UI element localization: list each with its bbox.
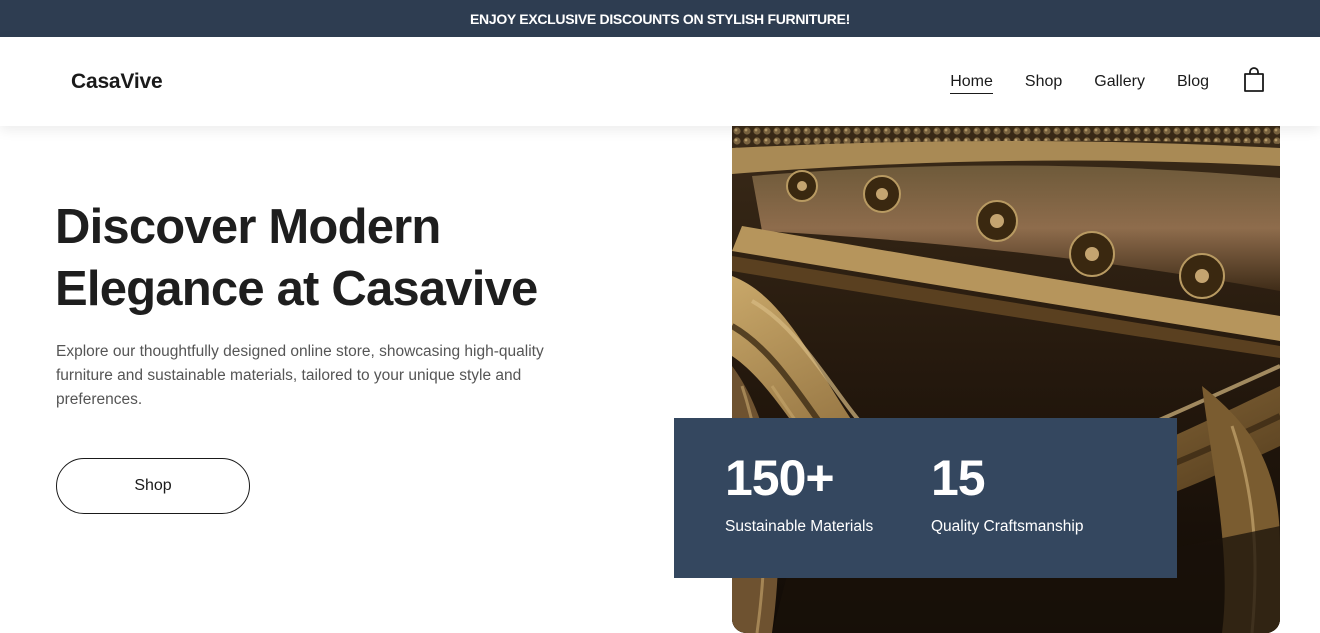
hero-description: Explore our thoughtfully designed online… bbox=[56, 343, 544, 408]
hero-title-line-1: Discover Modern bbox=[55, 200, 441, 254]
hero-title-line-2: Elegance at Casavive bbox=[55, 262, 538, 316]
stat-value: 150+ bbox=[725, 450, 835, 506]
stat-materials: 150+ Sustainable Materials bbox=[725, 450, 873, 536]
stat-value: 15 bbox=[931, 450, 986, 506]
nav-link-blog[interactable]: Blog bbox=[1177, 65, 1209, 95]
nav-link-home[interactable]: Home bbox=[950, 65, 993, 95]
stat-label: Quality Craftsmanship bbox=[931, 518, 1084, 535]
site-logo[interactable]: CasaVive bbox=[71, 70, 163, 94]
shop-button[interactable]: Shop bbox=[56, 458, 250, 514]
main-nav: Home Shop Gallery Blog bbox=[950, 65, 1265, 95]
stat-label: Sustainable Materials bbox=[725, 518, 874, 535]
hero-title: Discover Modern Elegance at Casavive bbox=[55, 196, 615, 320]
promo-text: ENJOY EXCLUSIVE DISCOUNTS ON STYLISH FUR… bbox=[469, 10, 851, 27]
stat-craftsmanship: 15 Quality Craftsmanship bbox=[931, 450, 1083, 536]
nav-link-shop[interactable]: Shop bbox=[1025, 65, 1062, 95]
nav-link-gallery[interactable]: Gallery bbox=[1094, 65, 1145, 95]
promo-banner: ENJOY EXCLUSIVE DISCOUNTS ON STYLISH FUR… bbox=[0, 0, 1320, 37]
shopping-bag-icon[interactable] bbox=[1243, 67, 1265, 93]
site-header: CasaVive Home Shop Gallery Blog bbox=[0, 37, 1320, 126]
stats-panel: 150+ Sustainable Materials 15 Quality Cr… bbox=[674, 418, 1177, 578]
